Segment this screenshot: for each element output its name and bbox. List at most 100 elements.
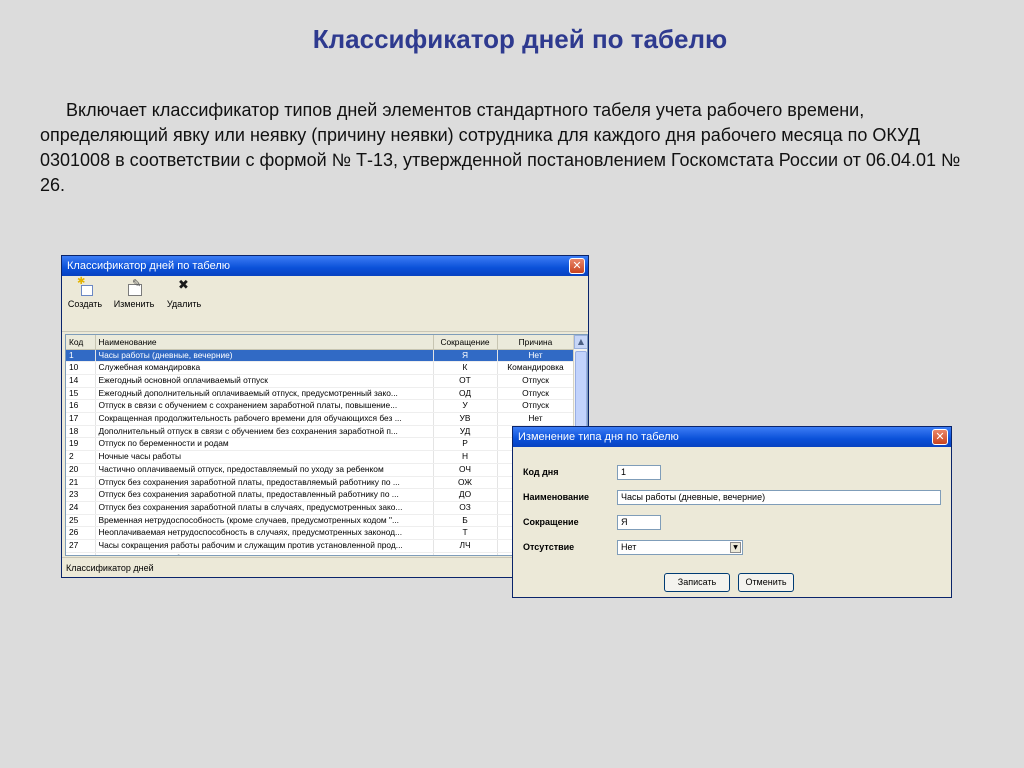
- cell-abbr: ДО: [433, 488, 498, 502]
- cell-code: 26: [66, 526, 96, 541]
- table-row[interactable]: 15 Ежегодный дополнительный оплачиваемый …: [66, 387, 575, 401]
- abbr-input[interactable]: Я: [617, 515, 661, 530]
- cell-abbr: Я: [433, 349, 498, 363]
- cell-code: 20: [66, 463, 96, 477]
- cell-abbr: Н: [433, 450, 498, 464]
- cell-code: 28: [66, 552, 96, 555]
- name-input[interactable]: Часы работы (дневные, вечерние): [617, 490, 941, 505]
- cell-abbr: УД: [433, 425, 498, 439]
- cell-abbr: ОЖ: [433, 476, 498, 490]
- table-row[interactable]: 10 Служебная командировка К Командировка: [66, 361, 575, 375]
- slide-body-text: Включает классификатор типов дней элемен…: [40, 100, 961, 195]
- table-header-row: Код Наименование Сокращение Причина: [66, 335, 575, 350]
- cell-name: Простои по вине работника: [95, 552, 434, 555]
- cell-name: Временная нетрудоспособность (кроме случ…: [95, 514, 434, 528]
- table-row[interactable]: 17 Сокращенная продолжительность рабочего…: [66, 412, 575, 426]
- dialog-close-icon[interactable]: ✕: [932, 429, 948, 445]
- cell-name: Ночные часы работы: [95, 450, 434, 464]
- cancel-button[interactable]: Отменить: [738, 573, 794, 592]
- cell-abbr: Т: [433, 526, 498, 541]
- dialog-title: Изменение типа дня по табелю: [518, 431, 679, 443]
- table-row[interactable]: 26 Неоплачиваемая нетрудоспособность в сл…: [66, 526, 575, 541]
- table-row[interactable]: 23 Отпуск без сохранения заработной платы…: [66, 488, 575, 502]
- cell-abbr: ОД: [433, 387, 498, 401]
- cell-reason: Командировка: [497, 361, 575, 375]
- slide-title: Классификатор дней по табелю: [312, 24, 728, 54]
- cell-abbr: У: [433, 399, 498, 414]
- cell-abbr: ОЧ: [433, 463, 498, 477]
- status-bar: Классификатор дней: [62, 557, 588, 577]
- chevron-down-icon[interactable]: ▼: [730, 542, 741, 553]
- edit-icon: [126, 277, 142, 296]
- day-types-grid: Код Наименование Сокращение Причина 1 Час…: [65, 334, 588, 556]
- cell-name: Отпуск по беременности и родам: [95, 437, 434, 452]
- cell-reason: Нет: [497, 349, 575, 363]
- toolbar: Создать Изменить Удалить: [62, 276, 588, 332]
- cell-name: Сокращенная продолжительность рабочего в…: [95, 412, 434, 426]
- delete-button[interactable]: Удалить: [165, 278, 203, 309]
- column-header-code[interactable]: Код: [66, 335, 96, 350]
- cell-code: 25: [66, 514, 96, 528]
- absence-label: Отсутствие: [523, 542, 575, 552]
- edit-label: Изменить: [113, 299, 155, 309]
- table-row[interactable]: 14 Ежегодный основной оплачиваемый отпуск…: [66, 374, 575, 388]
- column-header-name[interactable]: Наименование: [95, 335, 434, 350]
- edit-button[interactable]: Изменить: [111, 277, 157, 309]
- close-icon[interactable]: ✕: [569, 258, 585, 274]
- absence-select[interactable]: Нет ▼: [617, 540, 743, 555]
- cell-name: Отпуск без сохранения заработной платы, …: [95, 488, 434, 502]
- cell-code: 14: [66, 374, 96, 388]
- code-label: Код дня: [523, 467, 559, 477]
- table-body: 1 Часы работы (дневные, вечерние) Я Нет 10 Сл…: [66, 349, 575, 555]
- column-header-reason[interactable]: Причина: [497, 335, 575, 350]
- classifier-window-titlebar[interactable]: Классификатор дней по табелю ✕: [62, 256, 588, 276]
- code-input[interactable]: 1: [617, 465, 661, 480]
- cell-abbr: ОТ: [433, 374, 498, 388]
- table-row[interactable]: 25 Временная нетрудоспособность (кроме сл…: [66, 514, 575, 528]
- cell-code: 16: [66, 399, 96, 414]
- create-button[interactable]: Создать: [67, 276, 103, 309]
- table-row[interactable]: 28Простои по вине работникаВП: [66, 552, 575, 555]
- absence-value: Нет: [621, 542, 637, 552]
- cell-abbr: Р: [433, 437, 498, 452]
- table-row[interactable]: 27 Часы сокращения работы рабочим и служа…: [66, 539, 575, 553]
- cell-abbr: ВП: [433, 552, 498, 555]
- dialog-titlebar[interactable]: Изменение типа дня по табелю ✕: [513, 427, 951, 447]
- cell-abbr: УВ: [433, 412, 498, 426]
- cell-abbr: Б: [433, 514, 498, 528]
- cell-reason: Отпуск: [497, 387, 575, 401]
- table-row[interactable]: 19Отпуск по беременности и родамРОтпуск: [66, 437, 575, 452]
- cell-code: 17: [66, 412, 96, 426]
- table-row[interactable]: 24 Отпуск без сохранения заработной платы…: [66, 501, 575, 515]
- cell-abbr: ОЗ: [433, 501, 498, 515]
- cell-name: Отпуск без сохранения заработной платы в…: [95, 501, 434, 515]
- cell-code: 24: [66, 501, 96, 515]
- cell-name: Служебная командировка: [95, 361, 434, 375]
- classifier-window: Классификатор дней по табелю ✕ Создать И…: [61, 255, 589, 578]
- table-row[interactable]: 16 Отпуск в связи с обучением с сохранени…: [66, 399, 575, 414]
- save-button[interactable]: Записать: [664, 573, 730, 592]
- cell-abbr: К: [433, 361, 498, 375]
- cell-code: 10: [66, 361, 96, 375]
- cell-name: Ежегодный дополнительный оплачиваемый от…: [95, 387, 434, 401]
- cell-name: Часы работы (дневные, вечерние): [95, 349, 434, 363]
- cell-code: 19: [66, 437, 96, 452]
- table-row[interactable]: 20 Частично оплачиваемый отпуск, предоста…: [66, 463, 575, 477]
- cell-code: 21: [66, 476, 96, 490]
- cell-code: 27: [66, 539, 96, 553]
- abbr-label: Сокращение: [523, 517, 579, 527]
- scroll-up-icon[interactable]: ▲: [574, 335, 587, 349]
- table-row[interactable]: 21 Отпуск без сохранения заработной платы…: [66, 476, 575, 490]
- cell-name: Частично оплачиваемый отпуск, предоставл…: [95, 463, 434, 477]
- cell-reason: Отпуск: [497, 399, 575, 414]
- cell-abbr: ЛЧ: [433, 539, 498, 553]
- table-row[interactable]: 18 Дополнительный отпуск в связи с обучен…: [66, 425, 575, 439]
- delete-label: Удалить: [166, 299, 202, 309]
- cell-name: Часы сокращения работы рабочим и служащи…: [95, 539, 434, 553]
- cell-name: Неоплачиваемая нетрудоспособность в случ…: [95, 526, 434, 541]
- cell-reason: Отпуск: [497, 374, 575, 388]
- table-row[interactable]: 2 Ночные часы работы Н: [66, 450, 575, 464]
- table-row[interactable]: 1 Часы работы (дневные, вечерние) Я Нет: [66, 349, 575, 363]
- cell-code: 23: [66, 488, 96, 502]
- column-header-abbr[interactable]: Сокращение: [433, 335, 498, 350]
